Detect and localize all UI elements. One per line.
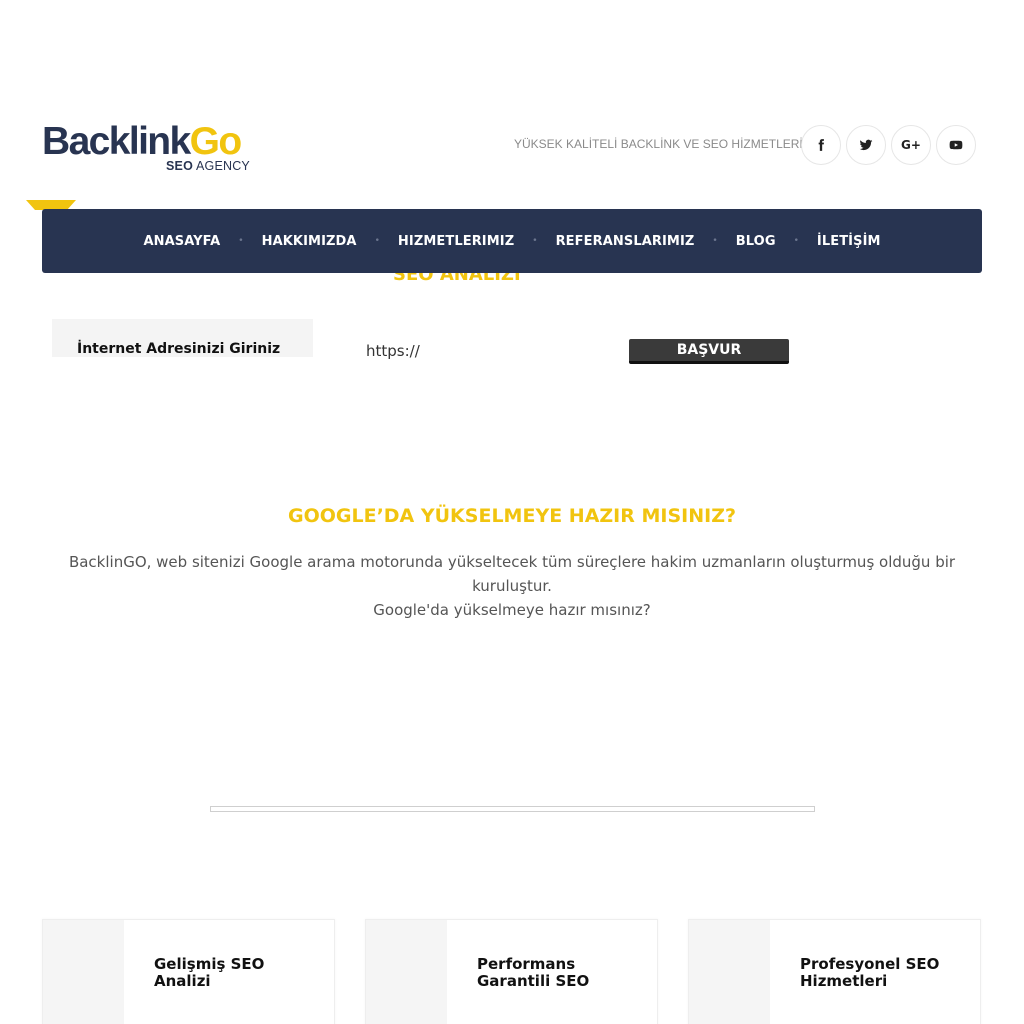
hero-description: BacklinGO, web sitenizi Google arama mot… — [40, 550, 984, 622]
apply-button[interactable]: BAŞVUR — [629, 339, 789, 364]
google-plus-button[interactable]: G+ — [891, 125, 931, 165]
card-title: Performans Garantili SEO — [477, 955, 590, 990]
logo-sub-rest: AGENCY — [195, 159, 250, 173]
card-title: Gelişmiş SEO Analizi — [154, 955, 265, 990]
url-field-label: İnternet Adresinizi Giriniz — [77, 341, 281, 357]
hero-text-line-1: BacklinGO, web sitenizi Google arama mot… — [68, 553, 956, 595]
header-tagline: YÜKSEK KALİTELİ BACKLİNK VE SEO HİZMETLE… — [514, 137, 803, 151]
card-title: Profesyonel SEO Hizmetleri — [800, 955, 940, 990]
logo-text-gold: Go — [189, 120, 243, 163]
google-plus-icon: G+ — [901, 138, 921, 152]
nav-item-hakkimizda[interactable]: HAKKIMIZDA — [262, 234, 357, 249]
logo-subtitle: SEO AGENCY — [166, 159, 250, 173]
feature-card-seo-analysis[interactable]: Gelişmiş SEO Analizi — [42, 919, 335, 1024]
facebook-icon — [818, 139, 824, 151]
nav-separator: • — [712, 236, 718, 246]
nav-separator: • — [532, 236, 538, 246]
url-input[interactable] — [366, 339, 616, 363]
site-logo[interactable]: BacklinkGo SEO AGENCY — [42, 122, 262, 178]
twitter-button[interactable] — [846, 125, 886, 165]
section-divider — [210, 806, 815, 812]
logo-text-dark: Backlink — [42, 120, 191, 163]
feature-card-guaranteed-seo[interactable]: Performans Garantili SEO — [365, 919, 658, 1024]
youtube-button[interactable] — [936, 125, 976, 165]
main-navigation: ANASAYFA • HAKKIMIZDA • HIZMETLERIMIZ • … — [42, 209, 982, 273]
card-image-placeholder — [43, 920, 124, 1024]
hero-text-line-2: Google'da yükselmeye hazır mısınız? — [373, 601, 651, 619]
nav-separator: • — [238, 236, 244, 246]
nav-separator: • — [374, 236, 380, 246]
nav-separator: • — [793, 236, 799, 246]
nav-item-hizmetlerimiz[interactable]: HIZMETLERIMIZ — [398, 234, 514, 249]
logo-wordmark: BacklinkGo — [42, 120, 243, 163]
nav-item-iletisim[interactable]: İLETİŞİM — [817, 234, 881, 249]
twitter-icon — [859, 139, 873, 151]
hero-title: GOOGLE’DA YÜKSELMEYE HAZIR MISINIZ? — [287, 505, 736, 527]
feature-card-professional-seo[interactable]: Profesyonel SEO Hizmetleri — [688, 919, 981, 1024]
facebook-button[interactable] — [801, 125, 841, 165]
card-image-placeholder — [366, 920, 447, 1024]
nav-item-blog[interactable]: BLOG — [736, 234, 776, 249]
nav-item-anasayfa[interactable]: ANASAYFA — [143, 234, 220, 249]
logo-sub-bold: SEO — [166, 159, 193, 173]
card-image-placeholder — [689, 920, 770, 1024]
nav-item-referanslarimiz[interactable]: REFERANSLARIMIZ — [556, 234, 695, 249]
youtube-icon — [949, 140, 963, 150]
